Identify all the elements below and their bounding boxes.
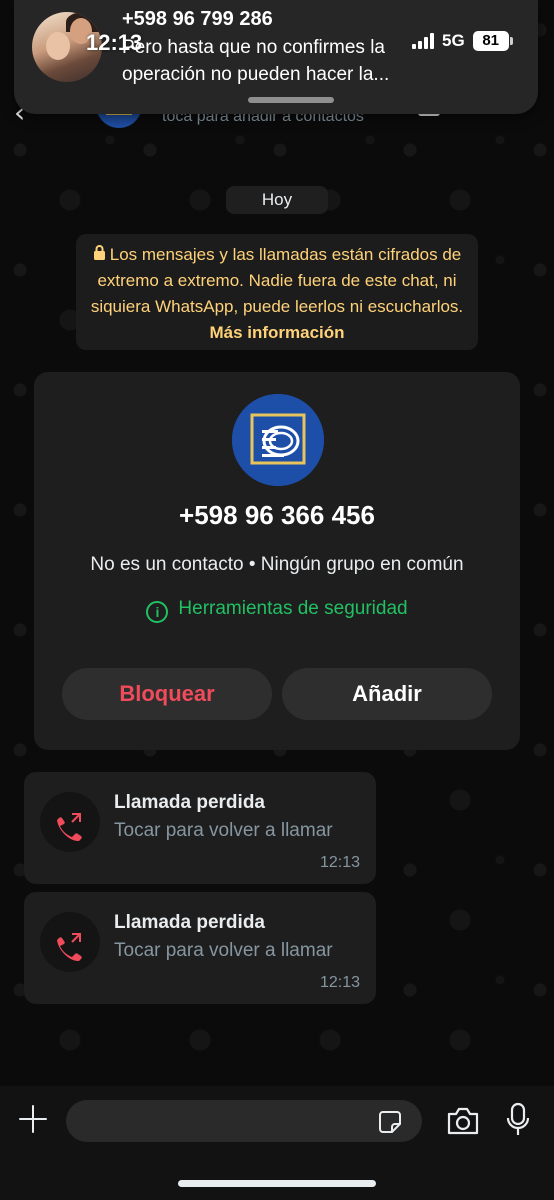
unknown-contact-card: +598 96 366 456 No es un contacto • Ning… — [34, 372, 520, 750]
missed-call-time: 12:13 — [319, 854, 360, 871]
lock-icon — [93, 242, 106, 268]
block-button[interactable]: Bloquear — [62, 668, 272, 720]
contact-info: No es un contacto • Ningún grupo en comú… — [90, 554, 464, 575]
notification-handle[interactable] — [248, 97, 334, 103]
missed-call-subtitle: Tocar para volver a llamar — [114, 820, 333, 841]
security-tools-link[interactable]: i Herramientas de seguridad — [34, 598, 520, 623]
network-label: 5G — [442, 31, 465, 50]
missed-call-icon — [40, 792, 100, 852]
security-tools-label: Herramientas de seguridad — [178, 598, 408, 619]
battery-icon: 81 — [472, 31, 513, 51]
notification-banner[interactable]: 12:13 +598 96 799 286 Pero hasta que no … — [14, 0, 538, 114]
contact-avatar-large[interactable] — [232, 394, 324, 486]
missed-call-message[interactable]: Llamada perdida Tocar para volver a llam… — [24, 892, 376, 1004]
camera-icon[interactable] — [446, 1106, 480, 1136]
plus-icon[interactable] — [16, 1102, 50, 1136]
missed-call-subtitle: Tocar para volver a llamar — [114, 940, 333, 961]
microphone-icon[interactable] — [506, 1102, 530, 1138]
sticker-icon[interactable] — [378, 1110, 402, 1134]
status-indicators: 5G 81 — [412, 30, 513, 52]
message-input[interactable] — [66, 1100, 422, 1142]
signal-icon — [412, 33, 434, 49]
encryption-notice[interactable]: Los mensajes y las llamadas están cifrad… — [76, 234, 478, 350]
encryption-text: Los mensajes y las llamadas están cifrad… — [90, 245, 464, 316]
missed-call-time: 12:13 — [319, 974, 360, 991]
home-indicator[interactable] — [178, 1180, 376, 1187]
add-contact-button[interactable]: Añadir — [282, 668, 492, 720]
missed-call-title: Llamada perdida — [114, 792, 265, 813]
notification-title: +598 96 799 286 — [122, 8, 273, 30]
date-chip: Hoy — [226, 186, 328, 214]
more-info-link[interactable]: Más información — [209, 323, 344, 342]
info-icon: i — [146, 601, 169, 623]
missed-call-title: Llamada perdida — [114, 912, 265, 933]
missed-call-icon — [40, 912, 100, 972]
missed-call-message[interactable]: Llamada perdida Tocar para volver a llam… — [24, 772, 376, 884]
contact-phone: +598 96 366 456 — [179, 500, 375, 530]
